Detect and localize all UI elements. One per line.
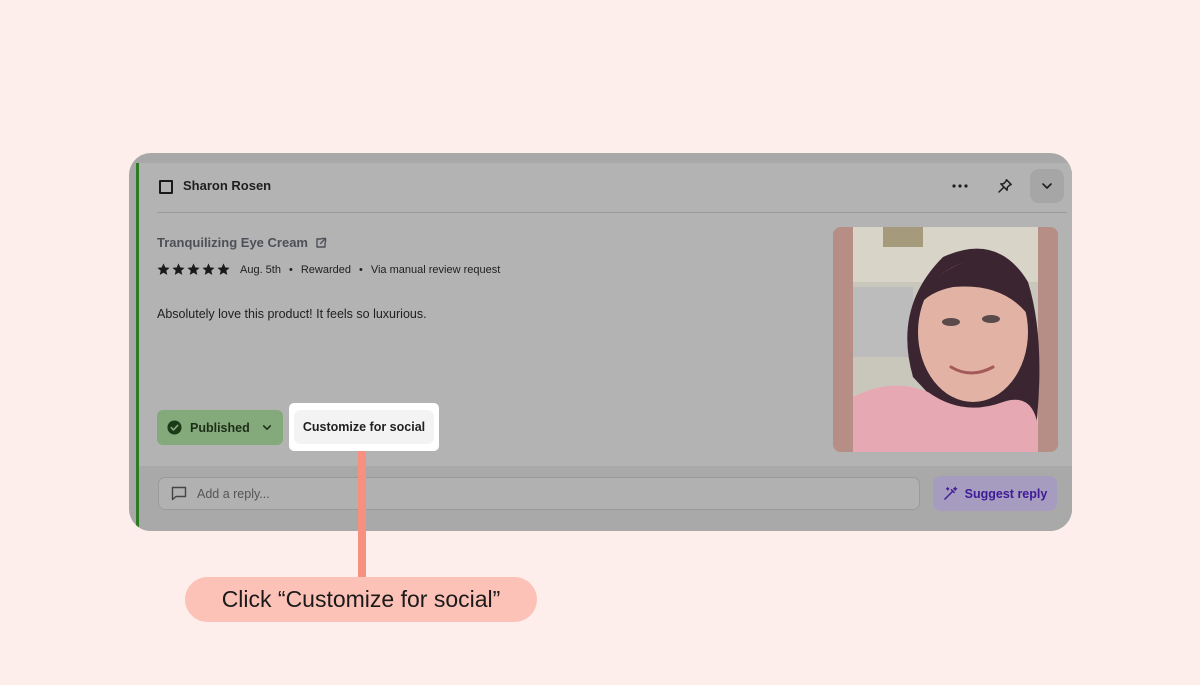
modal-overlay-frame: Sharon Rosen Tranquilizing Eye Cream Aug… (129, 153, 1072, 531)
star-icon (217, 263, 230, 275)
pin-button[interactable] (990, 171, 1020, 201)
magic-wand-icon (943, 486, 957, 500)
reply-footer: Add a reply... Suggest reply (139, 466, 1072, 531)
collapse-button[interactable] (1030, 169, 1064, 203)
meta-separator: • (288, 263, 293, 276)
product-name: Tranquilizing Eye Cream (157, 235, 308, 250)
external-link-icon (316, 237, 327, 248)
more-options-button[interactable] (945, 171, 975, 201)
instruction-callout: Click “Customize for social” (185, 577, 537, 622)
product-link[interactable]: Tranquilizing Eye Cream (157, 235, 327, 250)
select-checkbox[interactable] (159, 180, 173, 194)
comment-icon (171, 486, 187, 501)
star-rating (157, 263, 230, 276)
header-divider (157, 212, 1067, 213)
meta-separator: • (358, 263, 363, 276)
review-card: Sharon Rosen Tranquilizing Eye Cream Aug… (136, 163, 1072, 531)
review-date: Aug. 5th (240, 263, 281, 276)
star-icon (172, 263, 185, 275)
status-label: Published (190, 420, 250, 435)
review-source: Via manual review request (370, 263, 501, 276)
status-dropdown[interactable]: Published (157, 410, 283, 445)
chevron-down-icon (262, 425, 271, 430)
suggest-reply-button[interactable]: Suggest reply (933, 476, 1057, 511)
more-horizontal-icon (952, 184, 968, 188)
reply-input[interactable]: Add a reply... (158, 477, 920, 510)
review-meta: Aug. 5th • Rewarded • Via manual review … (157, 263, 500, 276)
reply-placeholder: Add a reply... (197, 486, 270, 501)
suggest-reply-label: Suggest reply (964, 486, 1048, 501)
reviewer-name: Sharon Rosen (183, 178, 272, 193)
star-icon (202, 263, 215, 275)
chevron-down-icon (1042, 183, 1052, 189)
star-icon (157, 263, 170, 275)
reviewer-photo-image (833, 227, 1058, 452)
reward-status: Rewarded (300, 263, 351, 276)
review-photo[interactable] (833, 227, 1058, 452)
check-circle-icon (167, 420, 182, 435)
review-header: Sharon Rosen (139, 163, 1072, 212)
review-body: Absolutely love this product! It feels s… (157, 307, 427, 321)
pin-icon (998, 179, 1012, 193)
star-icon (187, 263, 200, 275)
customize-for-social-button[interactable]: Customize for social (294, 410, 434, 444)
callout-connector (358, 451, 366, 578)
